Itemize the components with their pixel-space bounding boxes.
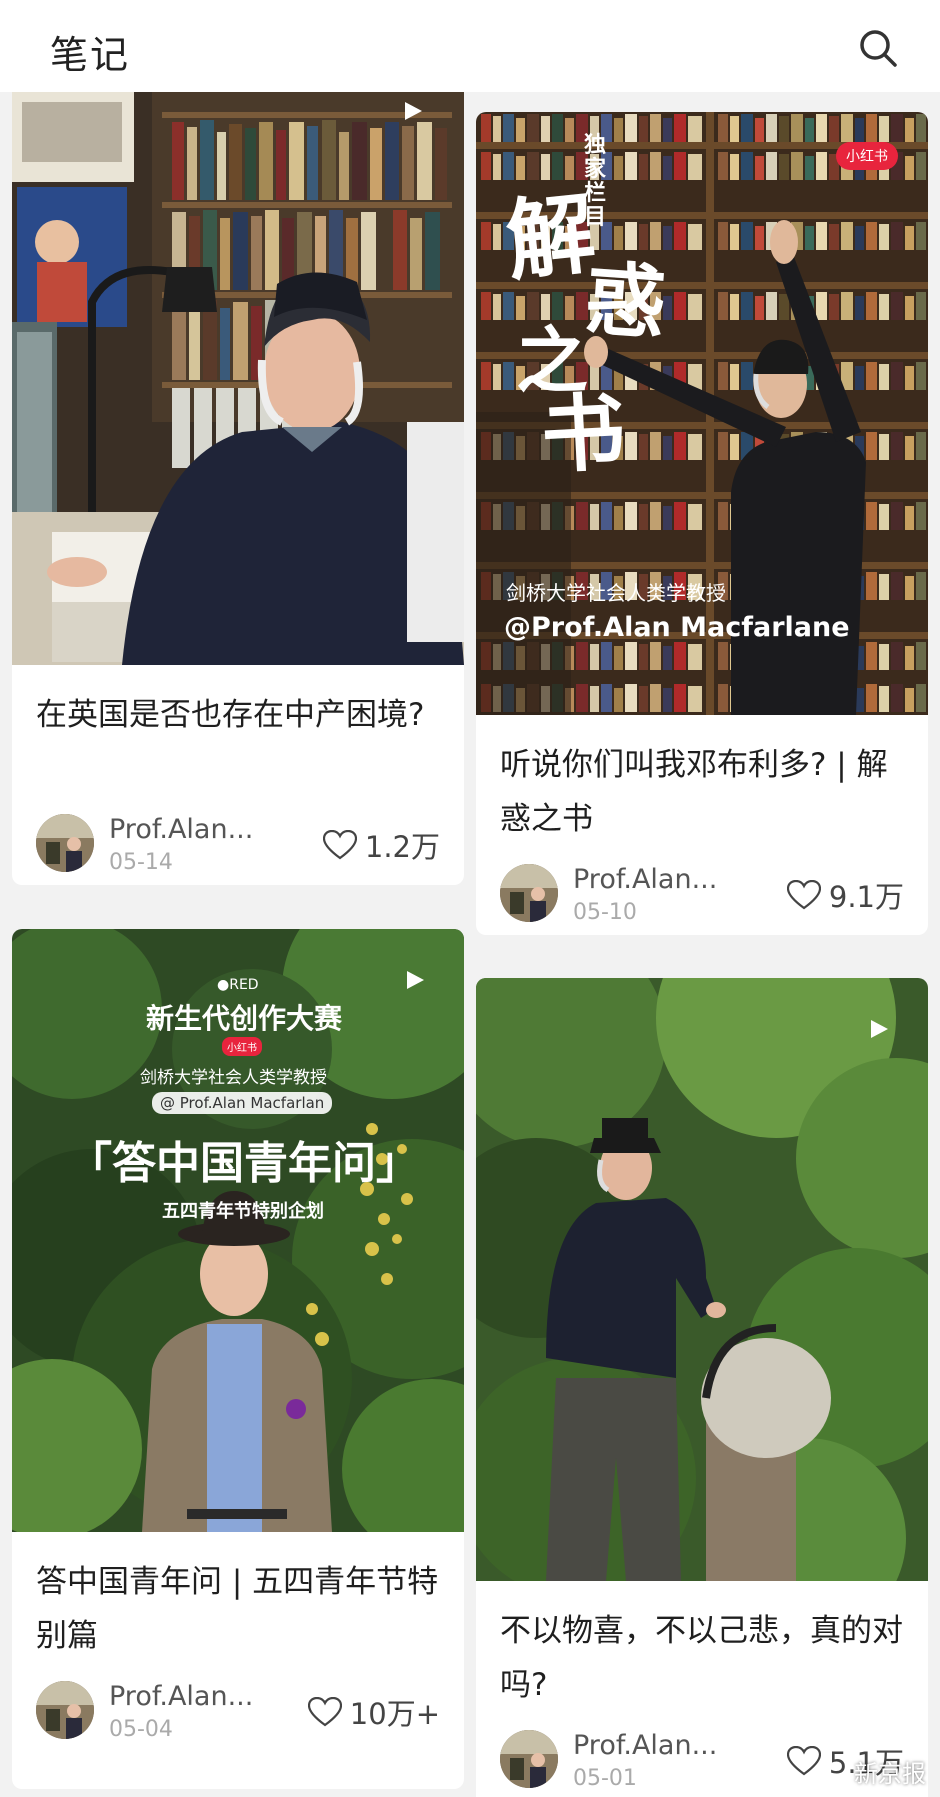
- brand-logo: 小红书: [836, 142, 898, 170]
- cover-image: [12, 92, 464, 665]
- post-date: 05-10: [573, 900, 637, 925]
- cover-image: [476, 978, 928, 1581]
- post-date: 05-04: [109, 1717, 173, 1742]
- note-meta: Prof.Alan... 05-10 9.1万: [500, 864, 904, 925]
- cover-handle: @ Prof.Alan Macfarlan: [152, 1092, 333, 1114]
- brand-tag: ●RED: [217, 977, 259, 993]
- note-title[interactable]: 不以物喜，不以己悲，真的对吗?: [500, 1604, 904, 1712]
- note-meta: Prof.Alan... 05-14 1.2万: [36, 814, 440, 875]
- note-title[interactable]: 在英国是否也存在中产困境?: [36, 688, 440, 742]
- heart-icon: [786, 880, 821, 910]
- heart-icon: [322, 830, 357, 860]
- top-bar: 笔记: [0, 0, 940, 92]
- author-name[interactable]: Prof.Alan...: [573, 1730, 743, 1761]
- avatar[interactable]: [500, 1730, 558, 1788]
- like-count: 1.2万: [364, 830, 440, 864]
- author-name[interactable]: Prof.Alan...: [109, 814, 279, 845]
- cover-handle: @Prof.Alan Macfarlane: [504, 612, 850, 643]
- cover-subtitle: 剑桥大学社会人类学教授: [140, 1068, 327, 1088]
- avatar[interactable]: [500, 864, 558, 922]
- heart-icon: [786, 1746, 821, 1776]
- note-title[interactable]: 听说你们叫我邓布利多? | 解惑之书: [500, 738, 904, 846]
- cover-caption: 五四青年节特别企划: [162, 1201, 324, 1222]
- note-card[interactable]: ●RED 新生代创作大赛 小红书 剑桥大学社会人类学教授 @ Prof.Alan…: [12, 929, 464, 1789]
- like-button[interactable]: 10万+: [307, 1691, 440, 1733]
- note-card[interactable]: 不以物喜，不以己悲，真的对吗? Prof.Alan... 05-01 5.1万: [476, 978, 928, 1797]
- cover-image: ●RED 新生代创作大赛 小红书 剑桥大学社会人类学教授 @ Prof.Alan…: [12, 929, 464, 1532]
- contest-title: 新生代创作大赛: [146, 1002, 343, 1035]
- avatar[interactable]: [36, 814, 94, 872]
- post-date: 05-01: [573, 1766, 637, 1791]
- video-play-icon: [405, 102, 422, 120]
- search-icon[interactable]: [858, 28, 898, 68]
- video-play-icon: [407, 971, 424, 989]
- column-title-2: 惑: [582, 251, 669, 351]
- cover-headline: 「答中国青年问」: [68, 1138, 420, 1189]
- source-watermark: 新京报: [854, 1760, 926, 1788]
- like-count: 9.1万: [828, 880, 904, 914]
- author-name[interactable]: Prof.Alan...: [109, 1681, 279, 1712]
- avatar[interactable]: [36, 1681, 94, 1739]
- brand-badge: 小红书: [222, 1037, 262, 1056]
- like-button[interactable]: 1.2万: [322, 824, 440, 866]
- heart-icon: [307, 1697, 342, 1727]
- note-card[interactable]: 独家栏目 解 惑 之 书 剑桥大学社会人类学教授 @Prof.Alan Macf…: [476, 112, 928, 935]
- page-title: 笔记: [50, 33, 131, 77]
- cover-image: 独家栏目 解 惑 之 书 剑桥大学社会人类学教授 @Prof.Alan Macf…: [476, 112, 928, 715]
- column-title-1: 解: [501, 180, 600, 294]
- like-count: 10万+: [349, 1697, 440, 1731]
- note-card[interactable]: 在英国是否也存在中产困境? Prof.Alan... 05-14 1.2万: [12, 92, 464, 885]
- like-button[interactable]: 9.1万: [786, 874, 904, 916]
- post-date: 05-14: [109, 850, 173, 875]
- author-name[interactable]: Prof.Alan...: [573, 864, 743, 895]
- note-title[interactable]: 答中国青年问 | 五四青年节特别篇: [36, 1555, 440, 1663]
- video-play-icon: [871, 1020, 888, 1038]
- note-meta: Prof.Alan... 05-01 5.1万: [500, 1730, 904, 1791]
- cover-subtitle: 剑桥大学社会人类学教授: [506, 581, 726, 605]
- column-title-4: 书: [538, 381, 628, 486]
- note-meta: Prof.Alan... 05-04 10万+: [36, 1681, 440, 1742]
